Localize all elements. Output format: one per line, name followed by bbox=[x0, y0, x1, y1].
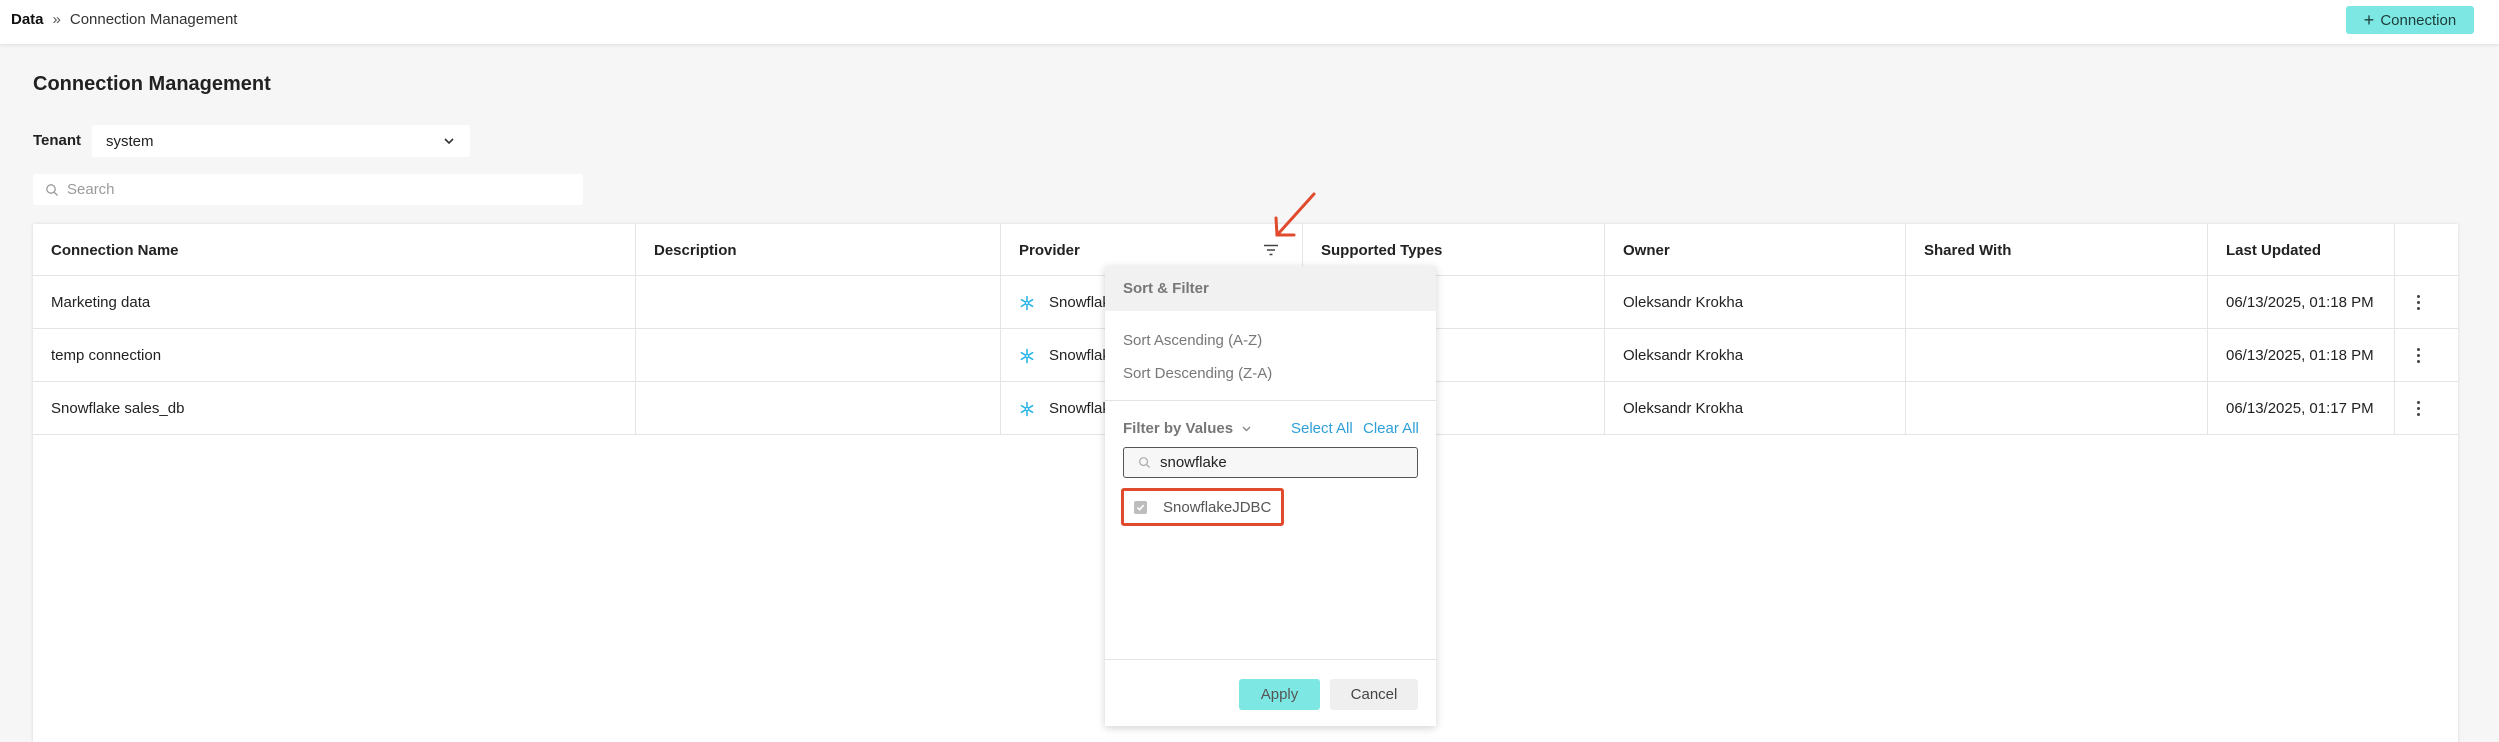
sort-descending-option[interactable]: Sort Descending (Z-A) bbox=[1123, 365, 1272, 382]
cell-last-updated: 06/13/2025, 01:18 PM bbox=[2208, 276, 2395, 329]
provider-filter-button[interactable] bbox=[1262, 241, 1280, 259]
search-input[interactable] bbox=[67, 181, 547, 198]
tenant-select[interactable]: system bbox=[92, 125, 470, 157]
cell-connection-name: Marketing data bbox=[33, 276, 636, 329]
popup-divider bbox=[1105, 400, 1436, 401]
search-box[interactable] bbox=[33, 174, 583, 205]
cell-shared-with bbox=[1906, 276, 2208, 329]
cell-owner: Oleksandr Krokha bbox=[1605, 329, 1906, 382]
search-icon bbox=[46, 183, 58, 196]
cell-actions bbox=[2395, 329, 2458, 382]
filter-icon bbox=[1264, 244, 1278, 256]
tenant-value: system bbox=[106, 132, 154, 150]
column-header-owner[interactable]: Owner bbox=[1605, 224, 1906, 276]
column-header-description[interactable]: Description bbox=[636, 224, 1001, 276]
filter-search-input[interactable] bbox=[1160, 454, 1400, 471]
breadcrumb: Data » Connection Management bbox=[11, 11, 237, 28]
cell-last-updated: 06/13/2025, 01:18 PM bbox=[2208, 329, 2395, 382]
cell-shared-with bbox=[1906, 329, 2208, 382]
column-header-shared-with[interactable]: Shared With bbox=[1906, 224, 2208, 276]
cell-description bbox=[636, 329, 1001, 382]
annotation-arrow-icon bbox=[1274, 192, 1316, 237]
cell-owner: Oleksandr Krokha bbox=[1605, 382, 1906, 435]
cell-actions bbox=[2395, 382, 2458, 435]
table-empty-area bbox=[636, 435, 637, 742]
add-connection-button[interactable]: + Connection bbox=[2346, 6, 2474, 34]
column-header-connection-name[interactable]: Connection Name bbox=[33, 224, 636, 276]
checkbox-checked-icon[interactable] bbox=[1134, 500, 1147, 514]
cell-description bbox=[636, 276, 1001, 329]
more-actions-icon[interactable] bbox=[2409, 397, 2427, 421]
sort-filter-popup: Sort & Filter Sort Ascending (A-Z) Sort … bbox=[1105, 266, 1436, 726]
sort-ascending-option[interactable]: Sort Ascending (A-Z) bbox=[1123, 332, 1262, 349]
cell-description bbox=[636, 382, 1001, 435]
filter-search-box[interactable] bbox=[1123, 447, 1418, 478]
snowflake-icon bbox=[1020, 295, 1034, 310]
select-all-link[interactable]: Select All bbox=[1291, 420, 1353, 437]
breadcrumb-root[interactable]: Data bbox=[11, 11, 44, 28]
tenant-label: Tenant bbox=[33, 132, 82, 149]
column-header-actions bbox=[2395, 224, 2458, 276]
apply-button[interactable]: Apply bbox=[1239, 679, 1320, 710]
top-bar: Data » Connection Management + Connectio… bbox=[0, 0, 2499, 44]
snowflake-icon bbox=[1020, 401, 1034, 416]
add-connection-label: Connection bbox=[2380, 11, 2457, 29]
popup-title: Sort & Filter bbox=[1105, 266, 1436, 311]
filter-by-values-toggle[interactable]: Filter by Values bbox=[1123, 420, 1252, 437]
search-icon bbox=[1139, 457, 1151, 469]
clear-all-link[interactable]: Clear All bbox=[1363, 420, 1419, 437]
cancel-button[interactable]: Cancel bbox=[1330, 679, 1418, 710]
filter-by-values-label: Filter by Values bbox=[1123, 420, 1234, 437]
filter-option-snowflakejdbc[interactable]: SnowflakeJDBC bbox=[1121, 488, 1284, 526]
cell-owner: Oleksandr Krokha bbox=[1605, 276, 1906, 329]
plus-icon: + bbox=[2363, 10, 2375, 30]
column-header-last-updated[interactable]: Last Updated bbox=[2208, 224, 2395, 276]
cell-actions bbox=[2395, 276, 2458, 329]
popup-footer-divider bbox=[1105, 659, 1436, 660]
cell-last-updated: 06/13/2025, 01:17 PM bbox=[2208, 382, 2395, 435]
cell-connection-name: Snowflake sales_db bbox=[33, 382, 636, 435]
cell-connection-name: temp connection bbox=[33, 329, 636, 382]
page-title: Connection Management bbox=[33, 73, 271, 95]
cell-shared-with bbox=[1906, 382, 2208, 435]
chevron-down-icon bbox=[444, 138, 454, 145]
snowflake-icon bbox=[1020, 348, 1034, 363]
breadcrumb-current: Connection Management bbox=[69, 11, 238, 28]
breadcrumb-separator: » bbox=[52, 11, 61, 28]
more-actions-icon[interactable] bbox=[2409, 291, 2427, 315]
more-actions-icon[interactable] bbox=[2409, 344, 2427, 368]
chevron-down-icon bbox=[1242, 426, 1251, 432]
filter-option-label: SnowflakeJDBC bbox=[1163, 498, 1272, 516]
